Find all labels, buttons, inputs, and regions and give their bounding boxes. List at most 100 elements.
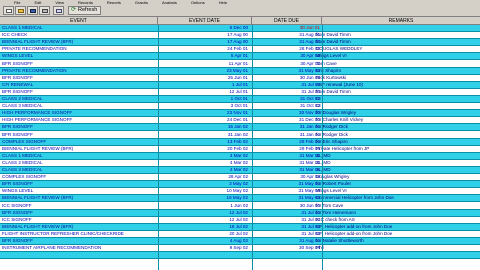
remarks-cell[interactable]: from David Timm xyxy=(316,39,476,45)
table-row[interactable]: BFR SIGNOFF 31 Jan 02 31 Jan 04 for Rodger … xyxy=(0,131,480,139)
event-cell[interactable]: CLASS 2 MEDICAL xyxy=(2,96,154,102)
event-cell[interactable]: FLIGHT INSTRUCTOR REFRESHER CLINIC/CHECK… xyxy=(2,231,154,237)
event-cell[interactable]: CLASS 3 MEDICAL xyxy=(2,167,154,173)
table-row[interactable]: CLASS 2 MEDICAL 1 Oct 01 31 Oct 02 CI xyxy=(0,96,480,104)
date-due-cell[interactable]: 30 Sep 04 xyxy=(254,245,320,251)
event-date-cell[interactable]: 12 Jul 02 xyxy=(158,210,248,216)
column-header-remarks[interactable]: REMARKS xyxy=(322,17,480,25)
table-row[interactable]: BFR SIGNOFF 3 May 02 31 May 04 for Robert P… xyxy=(0,181,480,189)
table-row[interactable]: BFR SIGNOFF 11 Apr 01 30 Apr 03 Tom Cave xyxy=(0,60,480,68)
event-date-cell[interactable]: 16 May 02 xyxy=(158,195,248,201)
event-date-cell[interactable]: 23 Nov 01 xyxy=(158,110,248,116)
event-date-cell[interactable]: 6 Dec 00 xyxy=(158,25,248,31)
event-date-cell[interactable]: 12 Jul 01 xyxy=(158,89,248,95)
remarks-cell[interactable]: CFI Helicopter add-on from John Doe xyxy=(316,224,476,230)
table-row[interactable]: BFR SIGNOFF 15 Jan 02 31 Jan 04 for Rodger … xyxy=(0,124,480,132)
table-row[interactable]: CLASS 2 MEDICAL 4 Mar 02 31 Mar 03 JL, MD xyxy=(0,159,480,167)
event-date-cell[interactable]: 20 Feb 02 xyxy=(158,146,248,152)
event-cell[interactable]: ICC CHECK xyxy=(2,32,154,38)
remarks-cell[interactable]: for Rodger Dick xyxy=(316,124,476,130)
new-record-button[interactable] xyxy=(3,6,14,15)
table-row[interactable]: BFR SIGNOFF 25 Jun 01 30 Jun 03 Rick Kurtow… xyxy=(0,74,480,82)
remarks-cell[interactable]: for Charles Knill Vickey xyxy=(316,117,476,123)
event-cell[interactable]: PRIVATE RECOMMENDATION xyxy=(2,46,154,52)
event-date-cell[interactable]: 20 Jul 02 xyxy=(158,231,248,237)
event-date-cell[interactable]: 24 Dec 01 xyxy=(158,117,248,123)
date-due-cell[interactable]: 30 Apr 04 xyxy=(254,174,320,180)
date-due-cell[interactable]: 31 Aug 01 xyxy=(254,32,320,38)
table-row[interactable]: BFR SIGNOFF 4 Aug 02 31 Aug 04 for Natalie … xyxy=(0,238,480,246)
refresh-button[interactable]: ⟳ Refresh xyxy=(68,6,101,15)
date-due-cell[interactable]: 29 Feb 04 xyxy=(254,146,320,152)
remarks-cell[interactable]: for Rodger Dick xyxy=(316,132,476,138)
remarks-cell[interactable]: from David Timm xyxy=(316,89,476,95)
event-date-cell[interactable]: 5 Apr 01 xyxy=(158,53,248,59)
date-due-cell[interactable]: 31 Aug 04 xyxy=(254,238,320,244)
table-row[interactable]: WINGS LEVEL 10 May 02 31 May 04 Wings Level… xyxy=(0,188,480,196)
table-row[interactable]: CLASS 3 MEDICAL 4 Mar 02 31 Mar 04 JL, MD xyxy=(0,167,480,175)
table-row[interactable]: ICC SIGNOFF 1 Jun 02 30 Jun 03 for Tom Cave xyxy=(0,202,480,210)
date-due-cell[interactable]: 31 Mar 04 xyxy=(254,167,320,173)
event-cell[interactable]: WINGS LEVEL xyxy=(2,53,154,59)
table-row[interactable]: CFI RENEWAL 1 Jul 01 31 Jul 03 ASF renewal … xyxy=(0,81,480,89)
date-due-cell[interactable]: 31 May 04 xyxy=(254,188,320,194)
remarks-cell[interactable]: for Douglas Wrigley xyxy=(316,110,476,116)
remarks-cell[interactable]: CI xyxy=(316,103,476,109)
remarks-cell[interactable]: ASF renewal (June 10) xyxy=(316,82,476,88)
event-cell[interactable]: CLASS 1 MEDICAL xyxy=(2,25,154,31)
remarks-cell[interactable]: for Tom Heinemann xyxy=(316,210,476,216)
remarks-cell[interactable]: CI xyxy=(316,96,476,102)
event-cell[interactable]: BIENNIAL FLIGHT REVIEW (BFR) xyxy=(2,224,154,230)
remarks-cell[interactable]: Commercial Helicopter from John Doe xyxy=(316,195,476,201)
remarks-cell[interactable]: Douglas Wrigley xyxy=(316,174,476,180)
column-header-event-date[interactable]: EVENT DATE xyxy=(158,17,252,25)
remarks-cell[interactable]: for Natalie Shuttleworth xyxy=(316,238,476,244)
remarks-cell[interactable] xyxy=(316,252,476,258)
event-date-cell[interactable]: 23 May 01 xyxy=(158,68,248,74)
event-date-cell[interactable]: 24 Feb 01 xyxy=(158,46,248,52)
date-due-cell[interactable] xyxy=(254,252,320,258)
print-button[interactable] xyxy=(39,6,50,15)
table-row[interactable]: BIENNIAL FLIGHT REVIEW (BFR) 17 Aug 00 31 … xyxy=(0,39,480,47)
table-row[interactable]: WINGS LEVEL 5 Apr 01 30 Apr 03 Wings Level … xyxy=(0,53,480,61)
event-cell[interactable]: CFI RENEWAL xyxy=(2,82,154,88)
table-row[interactable]: INSTRUMENT AIRPLANE RECOMMENDATION 9 Sep … xyxy=(0,245,480,253)
remarks-cell[interactable]: for Tom Cave xyxy=(316,203,476,209)
event-date-cell[interactable]: 13 Feb 02 xyxy=(158,139,248,145)
date-due-cell[interactable]: 29 Feb 04 xyxy=(254,139,320,145)
remarks-cell[interactable]: CFI Helicopter add-on from John Doe xyxy=(316,231,476,237)
event-cell[interactable]: BIENNIAL FLIGHT REVIEW (BFR) xyxy=(2,39,154,45)
event-cell[interactable]: CLASS 3 MEDICAL xyxy=(2,103,154,109)
event-cell[interactable]: HIGH PERFORMANCE SIGNOFF xyxy=(2,110,154,116)
date-due-cell[interactable]: 31 Dec 03 xyxy=(254,117,320,123)
event-cell[interactable]: INSTRUMENT AIRPLANE RECOMMENDATION xyxy=(2,245,154,251)
remarks-cell[interactable]: ICC check from AS xyxy=(316,217,476,223)
event-cell[interactable]: BFR SIGNOFF xyxy=(2,75,154,81)
event-cell[interactable]: BFR SIGNOFF xyxy=(2,181,154,187)
table-row[interactable]: CLASS 1 MEDICAL 4 Mar 02 31 Mar 03 JL, MD xyxy=(0,152,480,160)
event-cell[interactable]: ICC SIGNOFF xyxy=(2,203,154,209)
event-cell[interactable]: ICC SIGNOFF xyxy=(2,217,154,223)
date-due-cell[interactable]: 31 Jul 03 xyxy=(254,89,320,95)
remarks-cell[interactable]: Wings Level VI xyxy=(316,188,476,194)
remarks-cell[interactable]: for Robert Poulet xyxy=(316,181,476,187)
save-button[interactable] xyxy=(27,6,38,15)
remarks-cell[interactable]: Private Helicopter from JP xyxy=(316,146,476,152)
table-row[interactable]: BIENNIAL FLIGHT REVIEW (BFR) 16 May 02 31 … xyxy=(0,195,480,203)
table-row[interactable] xyxy=(0,252,480,260)
date-due-cell[interactable]: 31 Mar 03 xyxy=(254,160,320,166)
table-row[interactable]: FLIGHT INSTRUCTOR REFRESHER CLINIC/CHECK… xyxy=(0,230,480,238)
date-due-cell[interactable]: 31 May 04 xyxy=(254,195,320,201)
date-due-cell[interactable]: 31 May 03 xyxy=(254,68,320,74)
event-date-cell[interactable]: 25 Jun 01 xyxy=(158,75,248,81)
date-due-cell[interactable]: 30 Jun 03 xyxy=(254,203,320,209)
event-cell[interactable]: BFR SIGNOFF xyxy=(2,124,154,130)
event-cell[interactable]: BFR SIGNOFF xyxy=(2,210,154,216)
event-date-cell[interactable]: 10 May 02 xyxy=(158,188,248,194)
date-due-cell[interactable]: 28 Feb 03 xyxy=(254,46,320,52)
date-due-cell[interactable]: 31 Jan 04 xyxy=(254,124,320,130)
table-row[interactable]: BIENNIAL FLIGHT REVIEW (BFR) 18 Jul 02 31 … xyxy=(0,223,480,231)
remarks-cell[interactable]: JL, MD xyxy=(316,153,476,159)
event-cell[interactable]: COMPLEX SIGNOFF xyxy=(2,139,154,145)
table-row[interactable]: BFR SIGNOFF 12 Jul 01 31 Jul 03 from David … xyxy=(0,88,480,96)
